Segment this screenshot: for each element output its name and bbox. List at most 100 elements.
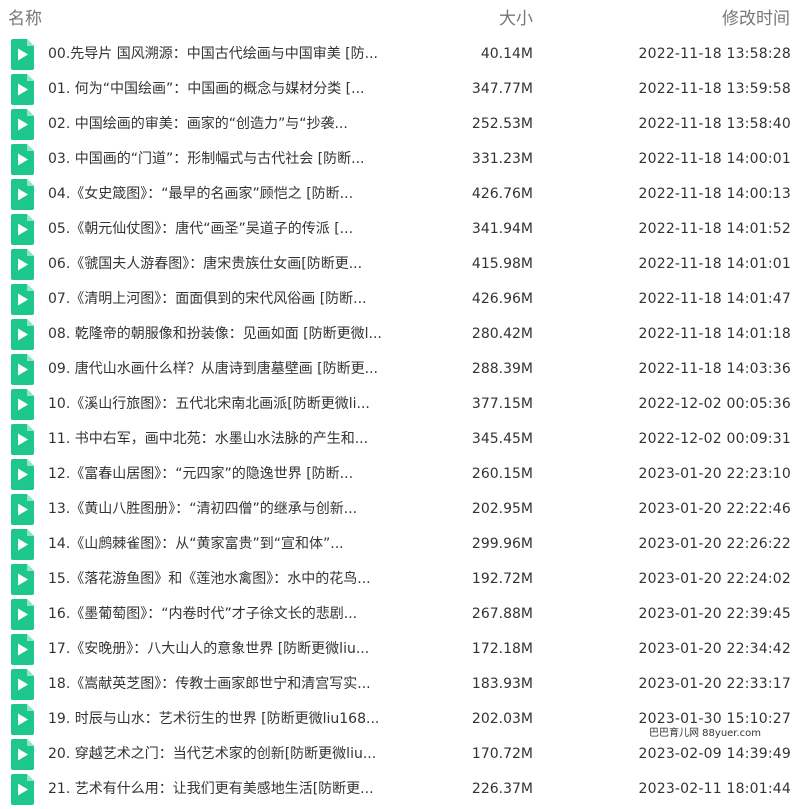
file-name: 00.先导片 国风溯源：中国古代绘画与中国审美 [防... — [48, 46, 378, 62]
video-file-icon — [11, 494, 34, 525]
file-size: 345.45M — [471, 431, 533, 447]
file-name: 15.《落花游鱼图》和《莲池水禽图》：水中的花鸟... — [48, 571, 371, 587]
file-name: 04.《女史箴图》：“最早的名画家”顾恺之 [防断... — [48, 186, 354, 202]
file-row[interactable]: 12.《富春山居图》：“元四家”的隐逸世界 [防断... 260.15M 2023-… — [0, 457, 800, 492]
file-row[interactable]: 02. 中国绘画的审美：画家的“创造力”与“抄袭... 252.53M 2022-1… — [0, 107, 800, 142]
file-row[interactable]: 15.《落花游鱼图》和《莲池水禽图》：水中的花鸟... 192.72M 2023-0… — [0, 562, 800, 597]
file-modified-time: 2022-11-18 14:01:52 — [638, 221, 791, 237]
file-modified-time: 2022-11-18 14:01:47 — [638, 291, 791, 307]
video-file-icon — [11, 564, 34, 595]
column-size-header[interactable]: 大小 — [499, 8, 533, 30]
video-file-icon — [11, 144, 34, 175]
video-file-icon — [11, 739, 34, 770]
file-modified-time: 2022-11-18 13:58:40 — [638, 116, 791, 132]
file-size: 192.72M — [471, 571, 533, 587]
video-file-icon — [11, 214, 34, 245]
file-name: 06.《虢国夫人游春图》：唐宋贵族仕女画[防断更... — [48, 256, 363, 272]
file-row[interactable]: 18.《嵩献英芝图》：传教士画家郎世宁和清宫写实... 183.93M 2023-0… — [0, 667, 800, 702]
file-modified-time: 2022-11-18 13:59:58 — [638, 81, 791, 97]
file-row[interactable]: 04.《女史箴图》：“最早的名画家”顾恺之 [防断... 426.76M 2022-… — [0, 177, 800, 212]
file-size: 252.53M — [471, 116, 533, 132]
file-row[interactable]: 07.《清明上河图》：面面俱到的宋代风俗画 [防断... 426.96M 2022-… — [0, 282, 800, 317]
file-name: 08. 乾隆帝的朝服像和扮装像：见画如面 [防断更微l... — [48, 326, 382, 342]
file-size: 331.23M — [471, 151, 533, 167]
file-modified-time: 2022-11-18 14:01:01 — [638, 256, 791, 272]
file-modified-time: 2023-01-20 22:23:10 — [638, 466, 791, 482]
file-size: 347.77M — [471, 81, 533, 97]
file-size: 260.15M — [471, 466, 533, 482]
file-modified-time: 2023-01-20 22:34:42 — [638, 641, 791, 657]
file-name: 10.《溪山行旅图》：五代北宋南北画派[防断更微li... — [48, 396, 370, 412]
file-size: 299.96M — [471, 536, 533, 552]
video-file-icon — [11, 284, 34, 315]
video-file-icon — [11, 109, 34, 140]
file-size: 288.39M — [471, 361, 533, 377]
file-name: 16.《墨葡萄图》：“内卷时代”才子徐文长的悲剧... — [48, 606, 358, 622]
video-file-icon — [11, 354, 34, 385]
file-name: 18.《嵩献英芝图》：传教士画家郎世宁和清宫写实... — [48, 676, 371, 692]
video-file-icon — [11, 39, 34, 70]
file-size: 172.18M — [471, 641, 533, 657]
video-file-icon — [11, 634, 34, 665]
column-name-header[interactable]: 名称 — [8, 8, 42, 30]
file-row[interactable]: 01. 何为“中国绘画”：中国画的概念与媒材分类 [... 347.77M 2022… — [0, 72, 800, 107]
file-name: 20. 穿越艺术之门：当代艺术家的创新[防断更微liu... — [48, 746, 377, 762]
file-list: 00.先导片 国风溯源：中国古代绘画与中国审美 [防... 40.14M 2022-… — [0, 37, 800, 807]
file-row[interactable]: 17.《安晚册》：八大山人的意象世界 [防断更微liu... 172.18M 202… — [0, 632, 800, 667]
file-modified-time: 2022-11-18 14:01:18 — [638, 326, 791, 342]
file-name: 14.《山鹧棘雀图》：从“黄家富贵”到“宣和体”... — [48, 536, 344, 552]
file-row[interactable]: 03. 中国画的“门道”：形制幅式与古代社会 [防断... 331.23M 2022… — [0, 142, 800, 177]
file-row[interactable]: 05.《朝元仙仗图》：唐代“画圣”吴道子的传派 [... 341.94M 2022-… — [0, 212, 800, 247]
video-file-icon — [11, 529, 34, 560]
file-name: 21. 艺术有什么用：让我们更有美感地生活[防断更... — [48, 781, 374, 797]
file-row[interactable]: 20. 穿越艺术之门：当代艺术家的创新[防断更微liu... 170.72M 202… — [0, 737, 800, 772]
file-row[interactable]: 14.《山鹧棘雀图》：从“黄家富贵”到“宣和体”... 299.96M 2023-0… — [0, 527, 800, 562]
file-modified-time: 2023-01-20 22:22:46 — [638, 501, 791, 517]
file-modified-time: 2023-02-11 18:01:44 — [638, 781, 791, 797]
file-size: 280.42M — [471, 326, 533, 342]
file-row[interactable]: 13.《黄山八胜图册》：“清初四僧”的继承与创新... 202.95M 2023-0… — [0, 492, 800, 527]
file-modified-time: 2023-02-09 14:39:49 — [638, 746, 791, 762]
file-name: 05.《朝元仙仗图》：唐代“画圣”吴道子的传派 [... — [48, 221, 354, 237]
file-modified-time: 2023-01-20 22:26:22 — [638, 536, 791, 552]
file-name: 17.《安晚册》：八大山人的意象世界 [防断更微liu... — [48, 641, 370, 657]
watermark: 巴巴育儿网 88yuer.com — [646, 723, 765, 740]
video-file-icon — [11, 179, 34, 210]
file-name: 03. 中国画的“门道”：形制幅式与古代社会 [防断... — [48, 151, 365, 167]
file-size: 267.88M — [471, 606, 533, 622]
video-file-icon — [11, 704, 34, 735]
file-row[interactable]: 16.《墨葡萄图》：“内卷时代”才子徐文长的悲剧... 267.88M 2023-0… — [0, 597, 800, 632]
file-name: 13.《黄山八胜图册》：“清初四僧”的继承与创新... — [48, 501, 358, 517]
video-file-icon — [11, 669, 34, 700]
file-row[interactable]: 21. 艺术有什么用：让我们更有美感地生活[防断更... 226.37M 2023-… — [0, 772, 800, 807]
video-file-icon — [11, 424, 34, 455]
file-size: 183.93M — [471, 676, 533, 692]
column-modified-header[interactable]: 修改时间 — [722, 8, 790, 30]
file-size: 40.14M — [480, 46, 533, 62]
file-row[interactable]: 10.《溪山行旅图》：五代北宋南北画派[防断更微li... 377.15M 2022… — [0, 387, 800, 422]
file-modified-time: 2022-12-02 00:05:36 — [638, 396, 791, 412]
file-row[interactable]: 11. 书中右军，画中北苑：水墨山水法脉的产生和... 345.45M 2022-1… — [0, 422, 800, 457]
file-size: 226.37M — [471, 781, 533, 797]
file-modified-time: 2023-01-20 22:33:17 — [638, 676, 791, 692]
video-file-icon — [11, 74, 34, 105]
file-modified-time: 2022-11-18 13:58:28 — [638, 46, 791, 62]
file-name: 09. 唐代山水画什么样？从唐诗到唐墓壁画 [防断更... — [48, 361, 378, 377]
video-file-icon — [11, 774, 34, 805]
file-row[interactable]: 09. 唐代山水画什么样？从唐诗到唐墓壁画 [防断更... 288.39M 2022… — [0, 352, 800, 387]
file-name: 07.《清明上河图》：面面俱到的宋代风俗画 [防断... — [48, 291, 367, 307]
file-modified-time: 2023-01-20 22:24:02 — [638, 571, 791, 587]
file-row[interactable]: 06.《虢国夫人游春图》：唐宋贵族仕女画[防断更... 415.98M 2022-1… — [0, 247, 800, 282]
video-file-icon — [11, 249, 34, 280]
file-modified-time: 2022-11-18 14:00:01 — [638, 151, 791, 167]
file-row[interactable]: 00.先导片 国风溯源：中国古代绘画与中国审美 [防... 40.14M 2022-… — [0, 37, 800, 72]
file-size: 415.98M — [471, 256, 533, 272]
file-modified-time: 2022-11-18 14:00:13 — [638, 186, 791, 202]
video-file-icon — [11, 459, 34, 490]
file-size: 426.96M — [471, 291, 533, 307]
file-row[interactable]: 08. 乾隆帝的朝服像和扮装像：见画如面 [防断更微l... 280.42M 202… — [0, 317, 800, 352]
file-size: 170.72M — [471, 746, 533, 762]
video-file-icon — [11, 389, 34, 420]
video-file-icon — [11, 319, 34, 350]
file-size: 377.15M — [471, 396, 533, 412]
